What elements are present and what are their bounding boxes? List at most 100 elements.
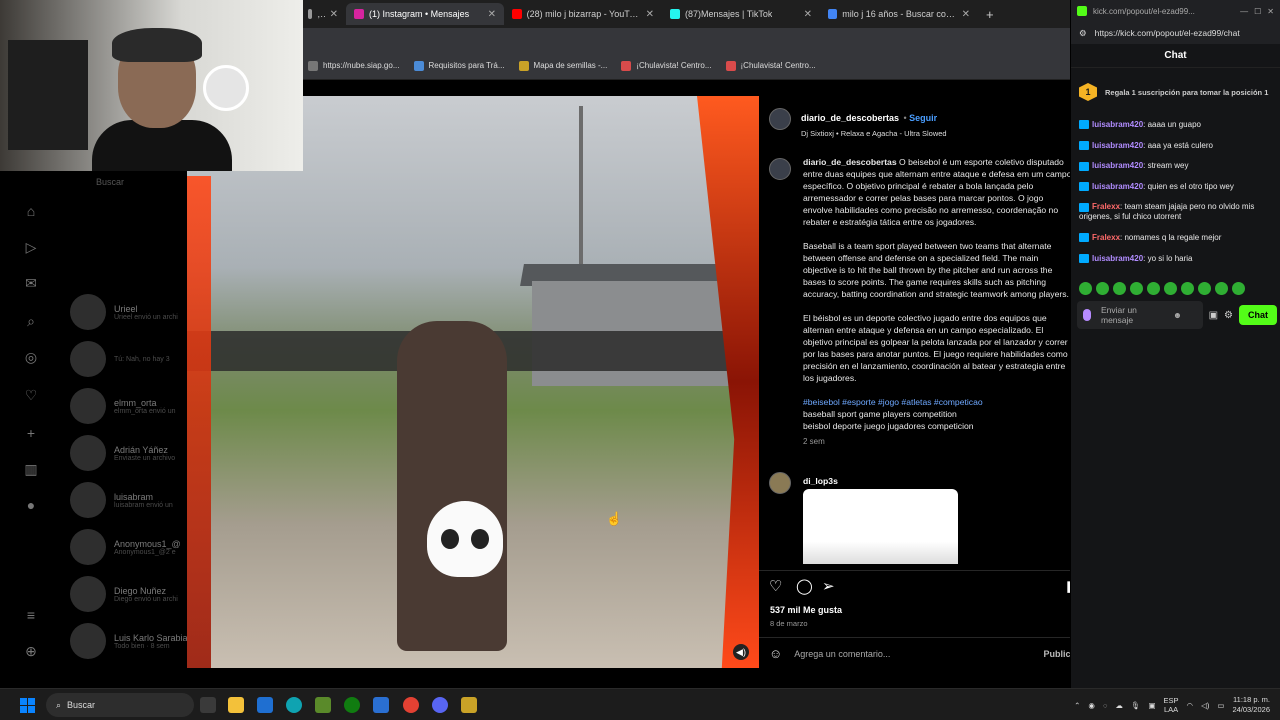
reels-icon[interactable]: ▷ xyxy=(22,238,40,256)
app-icon-2[interactable] xyxy=(461,697,477,713)
author-avatar[interactable] xyxy=(769,108,791,130)
search-icon[interactable]: ⌕ xyxy=(22,312,40,330)
minimize-icon[interactable]: — xyxy=(1240,7,1248,16)
browser-tab[interactable]: , Bo ✕ xyxy=(300,3,346,25)
like-heart-icon[interactable]: ♡ xyxy=(769,577,782,595)
tray-mic-icon[interactable]: 🎙 xyxy=(1131,701,1141,710)
tray-app-icon[interactable]: ◉ xyxy=(1088,701,1095,710)
dm-search-input[interactable]: Buscar xyxy=(70,172,188,192)
chat-username[interactable]: luisabram420 xyxy=(1092,161,1143,170)
dm-thread[interactable]: Anonymous1_@ Anonymous1_@2 e xyxy=(70,527,200,567)
clock[interactable]: 11:18 p. m. 24/03/2026 xyxy=(1232,695,1270,715)
comment-input[interactable]: Agrega un comentario... xyxy=(794,649,1031,659)
site-settings-icon[interactable]: ⚙ xyxy=(1079,28,1087,39)
reel-video[interactable] xyxy=(187,96,759,668)
tab-close-icon[interactable]: ✕ xyxy=(488,9,496,20)
volume-icon[interactable]: ◁) xyxy=(1201,701,1209,710)
comment-icon[interactable]: ◯ xyxy=(796,577,813,595)
minecraft-icon[interactable] xyxy=(315,697,331,713)
taskbar-search[interactable]: ⌕ Buscar xyxy=(46,693,194,717)
chat-username[interactable]: Fralexx xyxy=(1092,233,1120,242)
chrome-icon[interactable] xyxy=(403,697,419,713)
task-view-icon[interactable] xyxy=(200,697,216,713)
dm-thread[interactable]: Adrián Yáñez Enviaste un archivo xyxy=(70,433,200,473)
emote-icon[interactable] xyxy=(1215,282,1228,295)
tab-close-icon[interactable]: ✕ xyxy=(804,9,812,20)
messages-icon[interactable]: ✉ xyxy=(22,274,40,292)
bookmark-item[interactable]: ¡Chulavista! Centro... xyxy=(725,60,816,71)
author-username[interactable]: diario_de_descobertas xyxy=(801,113,899,123)
post-song[interactable]: Dj Sixtioxj • Relaxa e Agacha - Ultra Sl… xyxy=(801,129,947,138)
follow-button[interactable]: Seguir xyxy=(909,113,937,123)
chat-username[interactable]: luisabram420 xyxy=(1092,254,1143,263)
app-icon[interactable] xyxy=(373,697,389,713)
browser-tab[interactable]: milo j 16 años - Buscar con Go ✕ xyxy=(820,3,978,25)
chat-settings-icon[interactable]: ⚙ xyxy=(1224,310,1233,321)
chat-input[interactable]: Enviar un mensaje ☻ xyxy=(1077,301,1203,329)
dashboard-icon[interactable]: ▥ xyxy=(22,460,40,478)
tab-close-icon[interactable]: ✕ xyxy=(330,9,338,20)
chat-username[interactable]: luisabram420 xyxy=(1092,182,1143,191)
bookmark-item[interactable]: https://nube.siap.go... xyxy=(308,60,400,71)
bookmark-item[interactable]: ¡Chulavista! Centro... xyxy=(621,60,712,71)
tray-app-icon[interactable]: ◌ xyxy=(1103,701,1107,710)
file-explorer-icon[interactable] xyxy=(228,697,244,713)
home-icon[interactable]: ⌂ xyxy=(22,202,40,220)
emote-icon[interactable] xyxy=(1232,282,1245,295)
tray-app-icon[interactable]: ▣ xyxy=(1148,701,1155,710)
emote-icon[interactable] xyxy=(1130,282,1143,295)
menu-icon[interactable]: ≡ xyxy=(22,606,40,624)
browser-tab[interactable]: (87)Mensajes | TikTok ✕ xyxy=(662,3,820,25)
chat-username[interactable]: luisabram420 xyxy=(1092,120,1143,129)
new-tab-icon[interactable]: + xyxy=(986,7,994,22)
battery-icon[interactable]: ▭ xyxy=(1217,701,1224,710)
emote-icon[interactable] xyxy=(1181,282,1194,295)
likes-count[interactable]: 537 mil Me gusta xyxy=(770,605,842,615)
dm-thread[interactable]: luisabram luisabram envió un xyxy=(70,480,200,520)
create-icon[interactable]: + xyxy=(22,424,40,442)
explore-icon[interactable]: ◎ xyxy=(22,348,40,366)
kick-url-bar[interactable]: ⚙ https://kick.com/popout/el-ezad99/chat xyxy=(1071,22,1280,44)
dm-thread[interactable]: elmm_orta elmm_orta envió un xyxy=(70,386,200,426)
threads-icon[interactable]: ⊕ xyxy=(22,642,40,660)
share-icon[interactable]: ➢ xyxy=(822,577,835,595)
emote-icon[interactable] xyxy=(1079,282,1092,295)
emote-icon[interactable] xyxy=(1096,282,1109,295)
chat-send-button[interactable]: Chat xyxy=(1239,305,1277,325)
notifications-heart-icon[interactable]: ♡ xyxy=(22,386,40,404)
profile-avatar-icon[interactable]: ● xyxy=(22,496,40,514)
tray-cloud-icon[interactable]: ☁ xyxy=(1115,701,1123,710)
emoji-icon[interactable]: ☺ xyxy=(769,646,782,661)
emote-icon[interactable] xyxy=(1164,282,1177,295)
browser-tab[interactable]: (28) milo j bizarrap - YouTube ✕ xyxy=(504,3,662,25)
bookmark-item[interactable]: Requisitos para Trá... xyxy=(413,60,505,71)
bookmark-item[interactable]: Mapa de semillas -... xyxy=(518,60,607,71)
wifi-icon[interactable]: ◠ xyxy=(1187,701,1194,710)
mute-toggle-icon[interactable]: ◀) xyxy=(733,644,749,660)
tray-chevron-icon[interactable]: ⌃ xyxy=(1074,701,1080,710)
tab-close-icon[interactable]: ✕ xyxy=(646,9,654,20)
browser-tab[interactable]: (1) Instagram • Mensajes ✕ xyxy=(346,3,504,25)
dm-thread[interactable]: Tú: Nah, no hay 3 xyxy=(70,339,200,379)
comment-gif[interactable] xyxy=(803,489,958,564)
commenter-avatar[interactable] xyxy=(769,472,791,494)
discord-icon[interactable] xyxy=(432,697,448,713)
dm-thread[interactable]: Luis Karlo Sarabia Todo bien · 8 sem xyxy=(70,621,200,661)
gift-sub-banner[interactable]: 1 Regala 1 suscripción para tomar la pos… xyxy=(1079,76,1272,108)
chat-username[interactable]: luisabram420 xyxy=(1092,141,1143,150)
dm-thread[interactable]: Urieel Urieel envió un archi xyxy=(70,292,200,332)
maximize-icon[interactable]: ☐ xyxy=(1254,7,1261,16)
gift-icon[interactable]: ▣ xyxy=(1209,310,1218,321)
tab-close-icon[interactable]: ✕ xyxy=(962,9,970,20)
windows-start-icon[interactable] xyxy=(20,698,35,713)
emote-icon[interactable] xyxy=(1113,282,1126,295)
chat-username[interactable]: Fralexx xyxy=(1092,202,1120,211)
caption-username[interactable]: diario_de_descobertas xyxy=(803,157,897,167)
emoji-picker-icon[interactable]: ☻ xyxy=(1173,310,1182,320)
caption-avatar[interactable] xyxy=(769,158,791,180)
close-icon[interactable]: ✕ xyxy=(1267,7,1274,16)
emote-icon[interactable] xyxy=(1198,282,1211,295)
language-indicator[interactable]: ESP LAA xyxy=(1164,696,1179,714)
browser-address-bar[interactable] xyxy=(300,28,1072,52)
hashtags[interactable]: #beisebol #esporte #jogo #atletas #compe… xyxy=(803,396,1073,408)
